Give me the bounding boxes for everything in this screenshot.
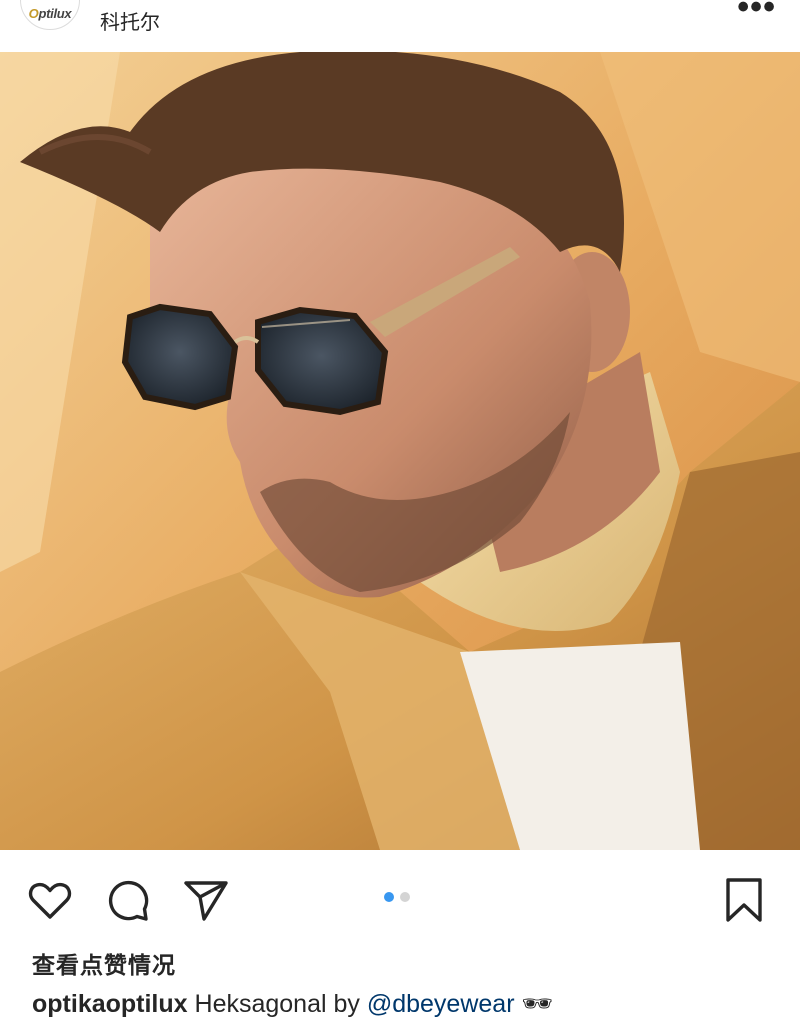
bookmark-icon[interactable] [720,876,768,924]
heart-icon[interactable] [26,876,74,924]
view-likes-link[interactable]: 查看点赞情况 [32,946,176,980]
carousel-dot-active [384,892,394,902]
send-icon[interactable] [182,876,230,924]
post-image[interactable] [0,52,800,850]
more-horizontal-icon[interactable]: ••• [737,0,776,27]
post-location[interactable]: 科托尔 [100,6,160,35]
post-caption: optikaoptilux Heksagonal by @dbeyewear 🕶 [32,990,553,1019]
carousel-indicator [384,889,416,902]
caption-username[interactable]: optikaoptilux [32,990,188,1018]
avatar-logo: Optilux [28,6,72,21]
sunglasses-emoji-icon: 🕶 [514,990,554,1018]
carousel-dot [400,892,410,902]
post-header: Optilux 科托尔 ••• [0,0,800,52]
caption-mention[interactable]: @dbeyewear [367,990,515,1018]
caption-text: Heksagonal by [187,990,367,1018]
action-bar [0,850,800,945]
avatar[interactable]: Optilux [20,0,80,30]
comment-icon[interactable] [104,876,152,924]
